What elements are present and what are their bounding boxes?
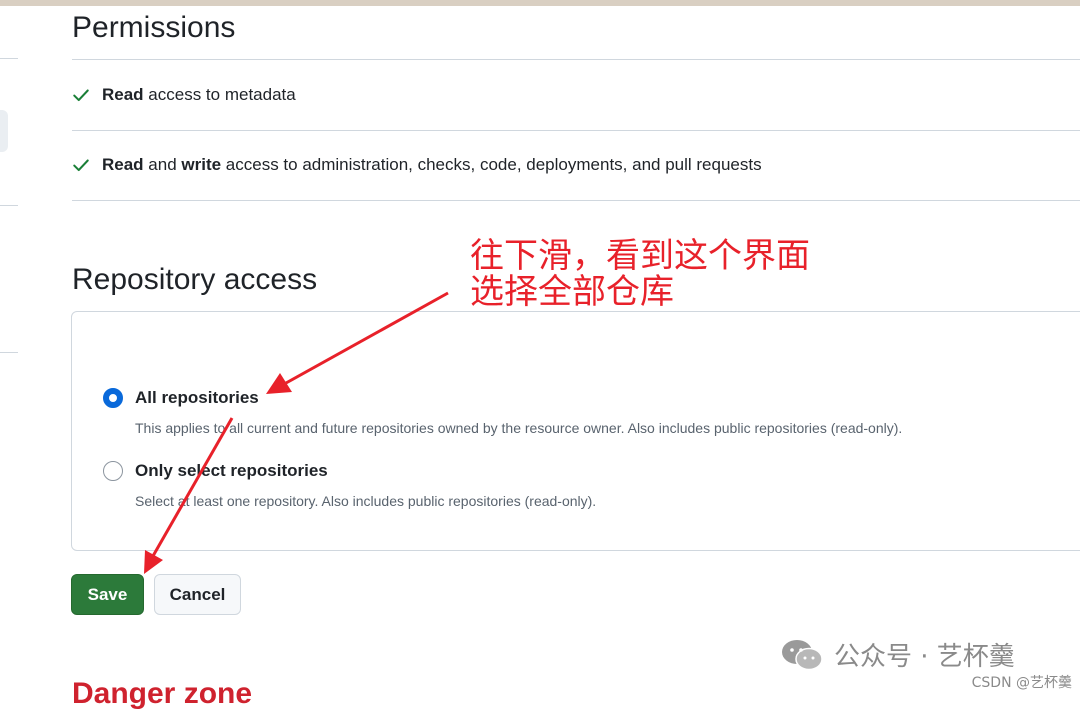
radio-all-repositories[interactable]	[103, 388, 123, 408]
watermark-credit: CSDN @艺杯羹	[971, 675, 1072, 691]
danger-zone-title: Danger zone	[72, 677, 253, 710]
option-description: Select at least one repository. Also inc…	[135, 493, 597, 509]
option-label[interactable]: Only select repositories	[135, 461, 328, 481]
annotation-line: 往下滑，看到这个界面	[470, 236, 810, 276]
sidebar-active-item[interactable]	[0, 110, 8, 152]
annotation-line: 选择全部仓库	[470, 272, 674, 312]
sidebar-divider	[0, 352, 18, 353]
annotation-text: 往下滑，看到这个界面 选择全部仓库	[470, 238, 810, 310]
option-all-repositories[interactable]: All repositories	[103, 388, 259, 408]
permission-text: Read access to metadata	[102, 85, 296, 104]
cancel-button[interactable]: Cancel	[154, 574, 241, 615]
permission-text: Read and write access to administration,…	[102, 155, 762, 174]
watermark-text: 公众号 · 艺杯羹	[834, 642, 1015, 672]
sidebar-divider	[0, 205, 18, 206]
radio-only-select-repositories[interactable]	[103, 461, 123, 481]
check-icon	[73, 89, 89, 102]
arrowhead-icon	[144, 550, 163, 574]
wechat-icon	[782, 639, 823, 670]
repository-access-title: Repository access	[72, 263, 318, 296]
permission-row: Read access to metadata	[72, 60, 1080, 131]
sidebar-divider	[0, 58, 18, 59]
window-top-strip	[0, 0, 1080, 6]
check-icon	[73, 159, 89, 172]
permission-row: Read and write access to administration,…	[72, 130, 1080, 201]
option-only-select-repositories[interactable]: Only select repositories	[103, 461, 328, 481]
permissions-title: Permissions	[72, 11, 236, 44]
option-description: This applies to all current and future r…	[135, 420, 903, 436]
watermark: 公众号 · 艺杯羹	[780, 636, 1015, 673]
option-label[interactable]: All repositories	[135, 388, 259, 408]
save-button[interactable]: Save	[71, 574, 144, 615]
